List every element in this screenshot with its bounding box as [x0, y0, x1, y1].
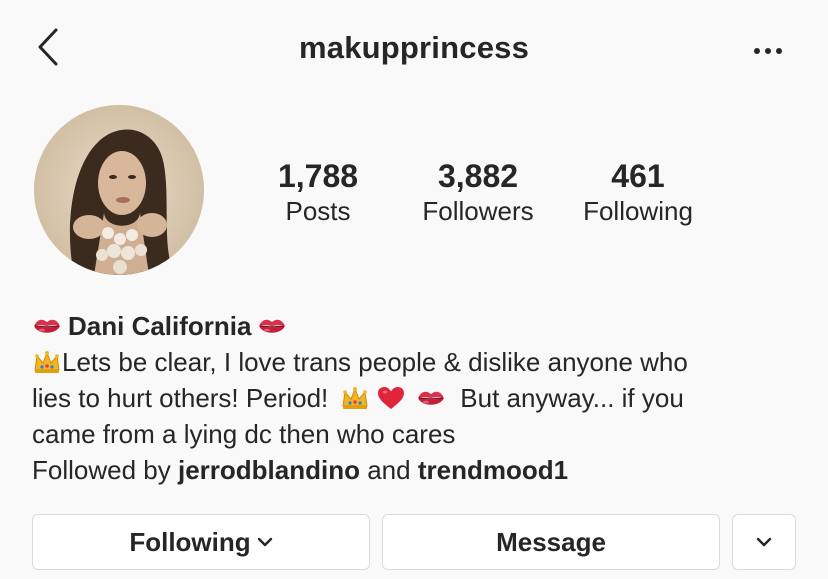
- following-label: Following: [583, 196, 693, 226]
- lips-emoji-icon: [257, 313, 287, 339]
- posts-value: 1,788: [277, 158, 359, 194]
- bio-line-3: came from a lying dc then who cares: [32, 419, 456, 449]
- followed-by-user-link[interactable]: trendmood1: [418, 455, 568, 485]
- profile-stats: 1,788 Posts 3,882 Followers 461 Followin…: [258, 158, 728, 238]
- followers-count[interactable]: 3,882 Followers: [414, 158, 542, 228]
- more-options-button[interactable]: [748, 36, 788, 66]
- crown-emoji-icon: [340, 385, 370, 411]
- display-name-line: Dani California: [32, 308, 802, 344]
- message-button[interactable]: Message: [382, 514, 720, 570]
- lips-emoji-icon: [416, 385, 446, 411]
- bio-line-2: lies to hurt others! Period! But anyway.…: [32, 383, 684, 413]
- suggested-accounts-button[interactable]: [732, 514, 796, 570]
- display-name: Dani California: [68, 311, 252, 341]
- followers-value: 3,882: [437, 158, 519, 194]
- followers-label: Followers: [422, 196, 534, 226]
- red-heart-emoji-icon: [376, 385, 406, 411]
- posts-label: Posts: [285, 196, 351, 226]
- avatar[interactable]: [34, 105, 204, 275]
- following-button[interactable]: Following: [32, 514, 370, 570]
- profile-screen: makupprincess 1,788 Posts 3,882 Follower…: [0, 0, 828, 579]
- chevron-down-icon: [756, 537, 772, 547]
- followed-by-user-link[interactable]: jerrodblandino: [178, 455, 360, 485]
- following-count[interactable]: 461 Following: [576, 158, 700, 228]
- posts-count[interactable]: 1,788 Posts: [258, 158, 378, 228]
- profile-bio: Dani California Lets be clear, I love tr…: [32, 308, 802, 488]
- bio-text: Lets be clear, I love trans people & dis…: [32, 344, 802, 452]
- bio-line-1: Lets be clear, I love trans people & dis…: [32, 344, 802, 380]
- crown-emoji-icon: [32, 349, 62, 375]
- lips-emoji-icon: [32, 313, 62, 339]
- profile-photo: [34, 105, 204, 275]
- ellipsis-icon: [754, 48, 760, 54]
- profile-username-title: makupprincess: [298, 30, 530, 65]
- following-value: 461: [611, 158, 665, 194]
- followed-by: Followed by jerrodblandino and trendmood…: [32, 455, 569, 485]
- chevron-down-icon: [257, 537, 272, 547]
